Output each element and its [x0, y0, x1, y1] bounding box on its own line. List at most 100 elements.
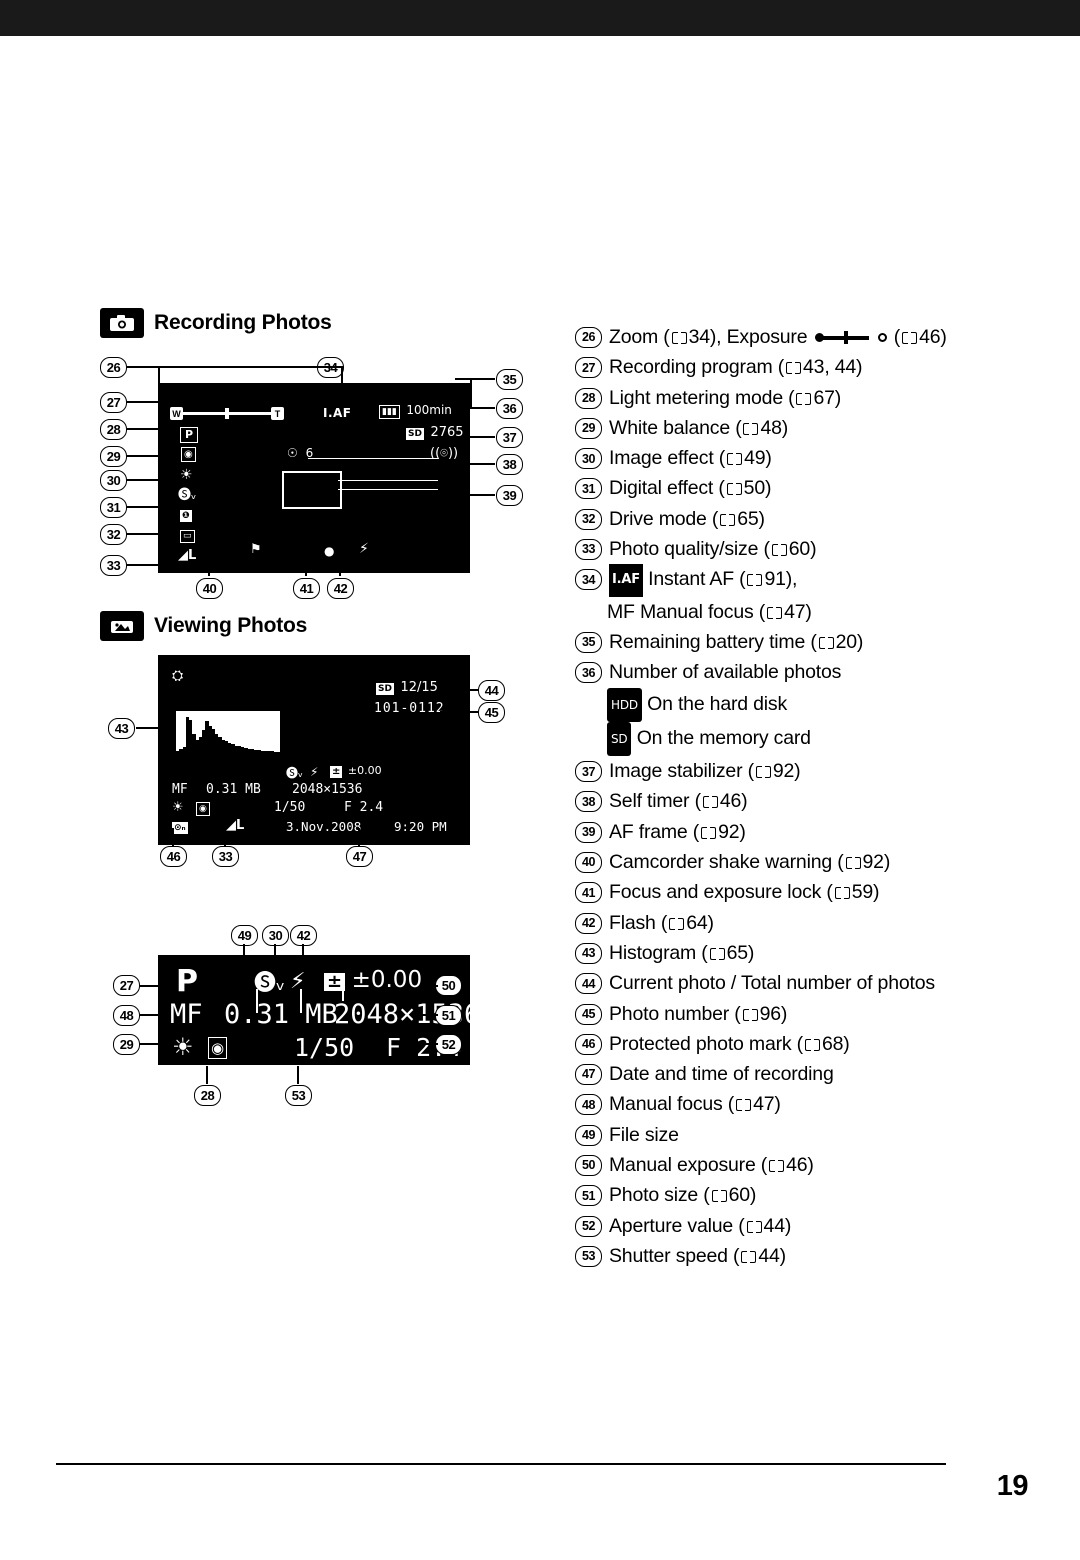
legend-text: Self timer (46) — [609, 786, 1045, 816]
legend-text: Zoom (34), Exposure (46) — [609, 322, 1045, 352]
lcd-recording-screen: W T I.AF ▮▮▮ 100min SD 2765 ((⌾)) P ◉ ☀ … — [158, 383, 470, 573]
legend-number: 34 — [575, 569, 602, 591]
book-icon — [720, 513, 736, 526]
legend-number: 30 — [575, 448, 602, 470]
leader-line — [208, 556, 210, 576]
instant-af-tag-icon: I.AF — [609, 564, 643, 597]
memory-card-icon: SD — [607, 721, 632, 757]
callout-42: 42 — [327, 578, 354, 599]
exposure-indicator: ± ±0.00 — [330, 765, 382, 778]
camera-photo-icon — [100, 308, 144, 338]
instant-af-indicator: I.AF — [323, 406, 352, 420]
legend-label-2: ) — [883, 851, 891, 874]
book-icon — [709, 947, 725, 960]
book-icon — [702, 796, 718, 809]
legend-label-2: ) — [834, 386, 842, 409]
leader-line — [420, 1014, 438, 1016]
legend-item-36-sub-hd: HDD On the hard disk — [575, 687, 1045, 722]
legend-page: 20 — [835, 630, 857, 653]
legend-number: 49 — [575, 1124, 602, 1146]
book-icon — [747, 574, 763, 587]
book-icon — [804, 1038, 820, 1051]
legend-text: Manual focus (47) — [609, 1089, 1045, 1119]
white-balance-icon: ☀ — [172, 800, 184, 815]
leader-line — [158, 366, 160, 384]
legend-item-48: 48 Manual focus (47) — [575, 1089, 1045, 1119]
light-metering-icon: ◉ — [196, 802, 210, 816]
legend-label: Focus and exposure lock ( — [609, 881, 833, 904]
legend-number: 40 — [575, 852, 602, 874]
legend-item-34: 34 I.AF Instant AF (91), — [575, 564, 1045, 597]
legend-sub-label: On the memory card — [636, 726, 811, 749]
legend-number: 35 — [575, 631, 602, 653]
legend-number: 50 — [575, 1155, 602, 1177]
white-balance-icon: ☀ — [180, 467, 193, 483]
book-icon — [746, 1220, 762, 1233]
legend-label: Photo size ( — [609, 1184, 710, 1207]
legend-item-36: 36 Number of available photos — [575, 657, 1045, 687]
legend-label: Drive mode ( — [609, 507, 719, 530]
callout-32: 32 — [100, 524, 127, 545]
legend-page: 43, 44 — [803, 356, 857, 379]
legend-number: 43 — [575, 942, 602, 964]
legend-number: 48 — [575, 1094, 602, 1116]
lcd-zoom-detail-screen: P 🅢ᵥ ⚡ ± ±0.00 MF 0.31 MB 2048×1536 ☀ ◉ … — [158, 955, 480, 1065]
legend-text: Number of available photos — [609, 661, 842, 684]
callout-48: 48 — [113, 1005, 140, 1026]
legend-label: Instant AF ( — [648, 568, 746, 591]
legend-label-3: ( — [888, 326, 901, 348]
legend-item-42: 42 Flash (64) — [575, 908, 1045, 938]
callout-35: 35 — [496, 369, 523, 390]
leader-line — [224, 828, 226, 846]
legend-label-2: ), Exposure — [709, 326, 813, 348]
legend-label-2: ) — [784, 1214, 792, 1237]
protected-photo-mark-icon: ⊙ₙ — [172, 822, 188, 834]
legend-sub-page: 47 — [784, 600, 806, 623]
legend-label: Photo quality/size ( — [609, 538, 770, 561]
legend-page: 44 — [763, 1214, 785, 1237]
legend-item-36-sub-sd: SD On the memory card — [575, 721, 1045, 757]
legend-sub-label: On the hard disk — [647, 692, 788, 715]
af-frame-icon — [282, 471, 342, 509]
shutter-speed-value: 1/50 — [274, 800, 306, 815]
callout-31: 31 — [100, 497, 127, 518]
flash-icon: ⚡ — [359, 541, 369, 557]
photo-number-value: 101-0112 — [374, 701, 445, 716]
legend-label: Recording program ( — [609, 356, 785, 379]
callout-38: 38 — [496, 454, 523, 475]
legend-number: 37 — [575, 761, 602, 783]
legend-label-2: ) — [741, 790, 748, 813]
book-icon — [845, 857, 861, 870]
legend-item-29: 29 White balance (48) — [575, 413, 1045, 443]
legend-label-2: ) — [707, 911, 715, 934]
osd-leader-line — [308, 458, 438, 460]
legend-page: 46 — [786, 1154, 808, 1177]
legend-label: Histogram ( — [609, 941, 708, 964]
legend-page: 91 — [764, 568, 786, 591]
legend-label: Zoom ( — [609, 326, 670, 348]
photo-size-value: 2048×1536 — [292, 782, 363, 797]
lcd-viewing-screen: ⛭ SD 12/15 101-0112 🅢ᵥ ⚡ ± ±0.00 MF 0.31… — [158, 655, 470, 845]
callout-47: 47 — [346, 846, 373, 867]
leader-line — [127, 479, 163, 481]
legend-item-26: 26 Zoom (34), Exposure (46) — [575, 322, 1045, 352]
page-number: 19 — [996, 1470, 1029, 1502]
footer-rule — [56, 1463, 946, 1465]
book-icon — [767, 606, 783, 619]
legend-page: 46 — [719, 790, 742, 813]
callout-28b: 28 — [194, 1085, 221, 1106]
legend-number: 27 — [575, 357, 602, 379]
playback-photo-icon — [100, 611, 144, 641]
legend-number: 32 — [575, 508, 602, 530]
battery-remaining-indicator: ▮▮▮ 100min — [379, 404, 452, 419]
exposure-icon: ± — [330, 766, 343, 778]
legend-page: 44 — [758, 1244, 780, 1267]
leader-line — [172, 828, 174, 846]
legend-label: Aperture value ( — [609, 1214, 745, 1237]
legend-item-41: 41 Focus and exposure lock (59) — [575, 877, 1045, 907]
legend-page: 34 — [688, 326, 710, 348]
drive-mode-icon: ▭ — [180, 529, 195, 543]
photo-counter-value: 12/15 — [400, 680, 438, 695]
book-icon — [701, 826, 717, 839]
callout-26: 26 — [100, 357, 127, 378]
